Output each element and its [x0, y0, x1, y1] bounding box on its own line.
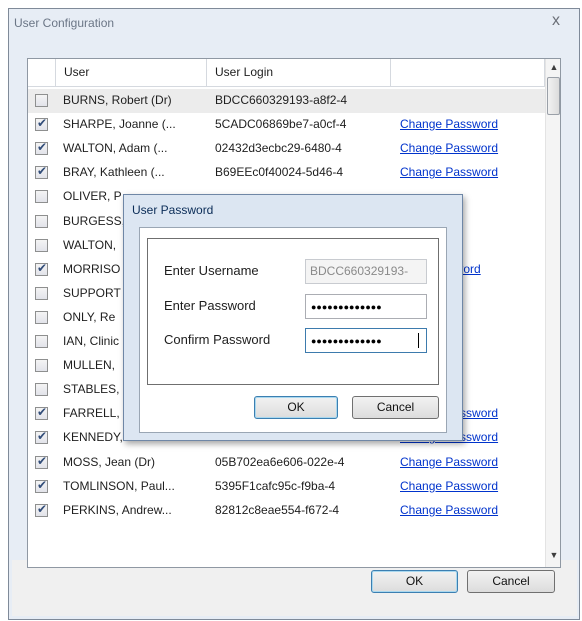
text-cursor [418, 333, 419, 348]
password-dialog-body: Enter Username BDCC660329193- Enter Pass… [139, 227, 447, 433]
user-name-cell: PERKINS, Andrew... [63, 502, 172, 517]
user-name-cell: SHARPE, Joanne (... [63, 117, 176, 132]
scroll-up-icon[interactable]: ▲ [546, 59, 560, 76]
row-checkbox[interactable] [35, 261, 48, 276]
row-checkbox[interactable] [35, 140, 48, 156]
user-name-cell: OLIVER, P [63, 189, 122, 204]
table-row[interactable]: WALTON, Adam (... 02432d3ecbc29-6480-4 Cha… [28, 137, 545, 161]
user-name-cell: SUPPORT [63, 285, 121, 300]
password-dialog-title: User Password [132, 203, 214, 217]
user-name-cell: MULLEN, [63, 358, 116, 373]
column-header-user[interactable]: User [56, 59, 207, 87]
table-row[interactable]: BURNS, Robert (Dr) BDCC660329193-a8f2-4 [28, 89, 545, 113]
row-checkbox[interactable] [35, 310, 48, 324]
row-checkbox[interactable] [35, 286, 48, 300]
column-header-action [391, 59, 545, 87]
user-login-cell: 05B702ea6e606-022e-4 [215, 454, 345, 469]
user-login-cell: BDCC660329193-a8f2-4 [215, 93, 348, 107]
user-name-cell: IAN, Clinic [63, 334, 120, 348]
user-login-cell: 82812c8eae554-f672-4 [215, 502, 340, 517]
username-field[interactable]: BDCC660329193- [305, 259, 427, 284]
user-name-cell: MORRISO [63, 261, 121, 276]
password-field[interactable]: ●●●●●●●●●●●●● [305, 294, 427, 319]
row-checkbox[interactable] [35, 405, 48, 421]
column-header-checkbox[interactable] [28, 59, 56, 87]
table-row[interactable]: BRAY, Kathleen (... B69EEc0f40024-5d46-4 C… [28, 161, 545, 185]
user-name-cell: ONLY, Re [63, 309, 116, 324]
row-checkbox[interactable] [35, 502, 48, 517]
row-checkbox[interactable] [35, 94, 48, 107]
row-checkbox[interactable] [35, 116, 48, 132]
password-cancel-button[interactable]: Cancel [352, 396, 439, 419]
row-checkbox[interactable] [35, 164, 48, 180]
row-checkbox[interactable] [35, 214, 48, 228]
user-name-cell: BURGESS, [63, 213, 126, 228]
username-label: Enter Username [164, 263, 259, 278]
user-login-cell: 5395F1cafc95c-f9ba-4 [215, 478, 336, 493]
user-name-cell: WALTON, Adam (... [63, 141, 168, 156]
row-checkbox[interactable] [35, 429, 48, 445]
password-label: Enter Password [164, 298, 256, 313]
user-name-cell: WALTON, [63, 237, 117, 252]
user-name-cell: BURNS, Robert (Dr) [63, 93, 172, 107]
user-password-dialog: User Password Enter Username BDCC6603291… [123, 194, 463, 441]
confirm-password-label: Confirm Password [164, 332, 271, 347]
table-row[interactable]: PERKINS, Andrew... 82812c8eae554-f672-4 Ch… [28, 499, 545, 523]
user-name-cell: STABLES, [63, 382, 120, 397]
user-name-cell: TOMLINSON, Paul... [63, 478, 175, 493]
credentials-group: Enter Username BDCC660329193- Enter Pass… [147, 238, 439, 385]
confirm-password-field[interactable]: ●●●●●●●●●●●●● [305, 328, 427, 353]
dialog-title: User Configuration [14, 16, 115, 30]
change-password-link[interactable]: Change Password [400, 141, 498, 155]
row-checkbox[interactable] [35, 383, 48, 397]
ok-button[interactable]: OK [371, 570, 458, 593]
row-checkbox[interactable] [35, 454, 48, 469]
row-checkbox[interactable] [35, 190, 48, 204]
close-button[interactable]: x [541, 10, 571, 32]
change-password-link[interactable]: Change Password [400, 117, 498, 131]
vertical-scrollbar[interactable]: ▲ ▼ [545, 59, 560, 567]
confirm-password-mask: ●●●●●●●●●●●●● [311, 336, 382, 346]
change-password-link[interactable]: Change Password [400, 165, 498, 179]
change-password-link[interactable]: Change Password [400, 479, 498, 493]
table-row[interactable]: MOSS, Jean (Dr) 05B702ea6e606-022e-4 Chang… [28, 451, 545, 475]
row-checkbox[interactable] [35, 359, 48, 373]
row-checkbox[interactable] [35, 238, 48, 252]
scroll-down-icon[interactable]: ▼ [546, 547, 560, 564]
password-ok-button[interactable]: OK [254, 396, 338, 419]
table-row[interactable]: TOMLINSON, Paul... 5395F1cafc95c-f9ba-4 Ch… [28, 475, 545, 499]
user-login-cell: B69EEc0f40024-5d46-4 [215, 165, 344, 180]
user-login-cell: 5CADC06869be7-a0cf-4 [215, 117, 347, 132]
scroll-thumb[interactable] [547, 77, 560, 115]
change-password-link[interactable]: Change Password [400, 455, 498, 469]
table-row[interactable]: SHARPE, Joanne (... 5CADC06869be7-a0cf-4 C… [28, 113, 545, 137]
change-password-link[interactable]: Change Password [400, 503, 498, 517]
password-mask: ●●●●●●●●●●●●● [311, 302, 382, 312]
column-header-user-login[interactable]: User Login [207, 59, 391, 87]
row-checkbox[interactable] [35, 478, 48, 493]
cancel-button[interactable]: Cancel [467, 570, 555, 593]
row-checkbox[interactable] [35, 335, 48, 348]
user-login-cell: 02432d3ecbc29-6480-4 [215, 141, 342, 156]
user-name-cell: BRAY, Kathleen (... [63, 165, 165, 180]
username-value: BDCC660329193- [310, 264, 409, 278]
user-name-cell: MOSS, Jean (Dr) [63, 454, 156, 469]
